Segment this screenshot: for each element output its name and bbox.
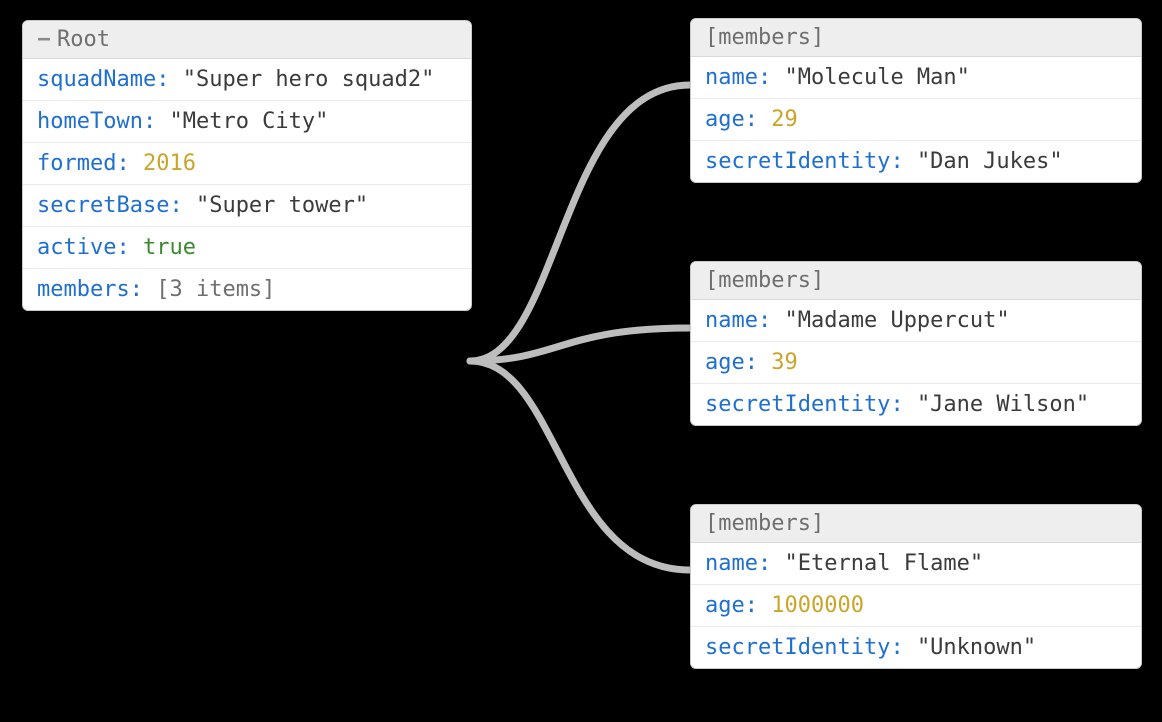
member-header[interactable]: [members] xyxy=(691,19,1141,57)
field-secretIdentity[interactable]: secretIdentity: "Unknown" xyxy=(691,627,1141,668)
field-secretIdentity[interactable]: secretIdentity: "Jane Wilson" xyxy=(691,384,1141,425)
key-label: members xyxy=(37,277,130,302)
member-node-2[interactable]: [members] name: "Eternal Flame" age: 100… xyxy=(690,504,1142,669)
field-members[interactable]: members: [3 items] xyxy=(23,269,471,310)
string-value: "Super hero squad2" xyxy=(183,67,435,92)
key-label: age xyxy=(705,350,745,375)
member-header[interactable]: [members] xyxy=(691,262,1141,300)
string-value: "Madame Uppercut" xyxy=(784,308,1009,333)
key-label: name xyxy=(705,308,758,333)
string-value: "Jane Wilson" xyxy=(917,392,1089,417)
string-value: "Molecule Man" xyxy=(784,65,969,90)
string-value: "Unknown" xyxy=(917,635,1036,660)
array-summary: [3 items] xyxy=(156,277,275,302)
string-value: "Eternal Flame" xyxy=(784,551,983,576)
member-node-0[interactable]: [members] name: "Molecule Man" age: 29 s… xyxy=(690,18,1142,183)
field-squadName[interactable]: squadName: "Super hero squad2" xyxy=(23,59,471,101)
field-name[interactable]: name: "Eternal Flame" xyxy=(691,543,1141,585)
field-active[interactable]: active: true xyxy=(23,227,471,269)
string-value: "Dan Jukes" xyxy=(917,149,1063,174)
number-value: 2016 xyxy=(143,151,196,176)
node-type-label: [members] xyxy=(705,268,824,293)
field-age[interactable]: age: 39 xyxy=(691,342,1141,384)
key-label: age xyxy=(705,593,745,618)
field-secretIdentity[interactable]: secretIdentity: "Dan Jukes" xyxy=(691,141,1141,182)
key-label: age xyxy=(705,107,745,132)
string-value: "Super tower" xyxy=(196,193,368,218)
collapse-icon[interactable]: − xyxy=(37,27,51,52)
number-value: 29 xyxy=(771,107,798,132)
field-name[interactable]: name: "Molecule Man" xyxy=(691,57,1141,99)
key-label: secretIdentity xyxy=(705,149,890,174)
key-label: name xyxy=(705,65,758,90)
number-value: 39 xyxy=(771,350,798,375)
member-node-1[interactable]: [members] name: "Madame Uppercut" age: 3… xyxy=(690,261,1142,426)
number-value: 1000000 xyxy=(771,593,864,618)
key-label: active xyxy=(37,235,116,260)
field-age[interactable]: age: 29 xyxy=(691,99,1141,141)
string-value: "Metro City" xyxy=(169,109,328,134)
root-header[interactable]: − Root xyxy=(23,21,471,59)
key-label: secretIdentity xyxy=(705,392,890,417)
root-title: Root xyxy=(57,27,110,52)
field-homeTown[interactable]: homeTown: "Metro City" xyxy=(23,101,471,143)
key-label: homeTown xyxy=(37,109,143,134)
field-age[interactable]: age: 1000000 xyxy=(691,585,1141,627)
node-type-label: [members] xyxy=(705,25,824,50)
node-type-label: [members] xyxy=(705,511,824,536)
key-label: name xyxy=(705,551,758,576)
root-node[interactable]: − Root squadName: "Super hero squad2" ho… xyxy=(22,20,472,311)
key-label: secretBase xyxy=(37,193,169,218)
field-secretBase[interactable]: secretBase: "Super tower" xyxy=(23,185,471,227)
key-label: squadName xyxy=(37,67,156,92)
field-name[interactable]: name: "Madame Uppercut" xyxy=(691,300,1141,342)
member-header[interactable]: [members] xyxy=(691,505,1141,543)
key-label: formed xyxy=(37,151,116,176)
key-label: secretIdentity xyxy=(705,635,890,660)
boolean-value: true xyxy=(143,235,196,260)
field-formed[interactable]: formed: 2016 xyxy=(23,143,471,185)
